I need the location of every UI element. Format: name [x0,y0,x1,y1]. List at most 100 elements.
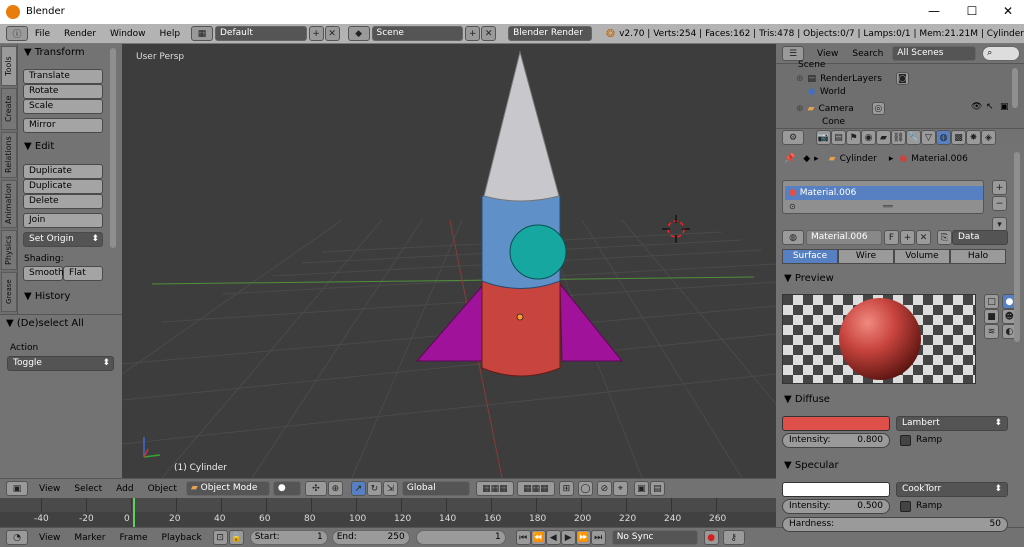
menu-file[interactable]: File [28,24,57,44]
render-layers-tab-icon[interactable]: ▤ [831,130,846,145]
pivot-point-icon[interactable]: ✣ [304,481,327,496]
diffuse-shader-select[interactable]: Lambert ⬍ [896,416,1008,431]
hardness-field[interactable]: Hardness: 50 [782,517,1008,532]
specular-ramp-checkbox[interactable] [900,501,911,512]
specular-color-swatch[interactable] [782,482,890,497]
outliner-item-cone[interactable]: Cone [822,117,845,127]
editor-type-3d-icon[interactable]: ▣ [6,481,28,496]
outliner-item-world[interactable]: ◉ World [808,87,846,97]
menu-add[interactable]: Add [109,479,140,499]
jump-end-icon[interactable]: ⏭ [590,530,606,545]
current-frame-field[interactable]: 1 [415,530,506,545]
history-panel-header[interactable]: ▼ History [18,288,118,306]
record-icon[interactable]: ● [703,530,719,545]
scene-tab-icon[interactable]: ⚑ [846,130,861,145]
menu-frame[interactable]: Frame [112,528,154,547]
jump-keyframe-forward-icon[interactable]: ⏩ [575,530,591,545]
render-engine-select[interactable]: Blender Render [508,26,592,41]
menu-render[interactable]: Render [57,24,103,44]
data-tab-icon[interactable]: ▽ [921,130,936,145]
menu-view[interactable]: View [32,479,67,499]
tab-animation[interactable]: Animation [1,180,17,228]
close-button[interactable]: ✕ [998,4,1018,18]
scale-manipulator-icon[interactable]: ⇲ [382,481,398,496]
tab-halo[interactable]: Halo [950,249,1006,264]
tab-volume[interactable]: Volume [894,249,950,264]
viewport-shading-select[interactable]: ● [272,481,301,496]
texture-tab-icon[interactable]: ▩ [951,130,966,145]
outliner-item-scene[interactable]: Scene [798,60,825,70]
start-frame-field[interactable]: Start: 1 [249,530,328,545]
select-cursor-icon[interactable]: ↖ [986,102,994,112]
render-tab-icon[interactable]: 📷 [816,130,831,145]
delete-button[interactable]: Delete [23,194,103,209]
preview-panel-header[interactable]: ▼ Preview [780,270,1012,288]
snap-toggle-icon[interactable]: ⊘ [596,481,612,496]
play-reverse-icon[interactable]: ◀ [545,530,561,545]
end-frame-field[interactable]: End: 250 [331,530,410,545]
specular-panel-header[interactable]: ▼ Specular [780,457,1012,475]
remove-slot-button[interactable]: − [992,196,1007,211]
diffuse-color-swatch[interactable] [782,416,890,431]
material-slot-item[interactable]: ● Material.006 [785,186,983,200]
menu-playback[interactable]: Playback [155,528,209,547]
scene-field[interactable]: Scene [371,26,464,41]
constraints-tab-icon[interactable]: ⛓ [891,130,906,145]
screen-layout-icon[interactable]: ▦ [191,26,213,41]
visibility-eye-icon[interactable]: 👁 [971,102,982,112]
material-link-icon[interactable]: ⎘ [937,230,952,245]
tab-grease-pencil[interactable]: Grease Pencil [1,272,27,312]
current-frame-marker[interactable] [133,498,135,527]
preview-flat-icon[interactable]: □ [984,294,999,309]
scale-button[interactable]: Scale [23,99,103,114]
transform-panel-header[interactable]: ▼ Transform [18,44,122,62]
transform-orientation-select[interactable]: Global [401,481,470,496]
preview-range-icon[interactable]: ⊡ [212,530,228,545]
add-slot-button[interactable]: + [992,180,1007,195]
rotate-manipulator-icon[interactable]: ↻ [366,481,382,496]
material-link-select[interactable]: Data [952,230,1008,245]
lock-layers-icon[interactable]: ⊞ [558,481,574,496]
preview-cube-icon[interactable]: ■ [984,309,999,324]
physics-tab-icon[interactable]: ◈ [981,130,996,145]
jump-start-icon[interactable]: ⏮ [515,530,531,545]
scene-icon[interactable]: ◆ [347,26,370,41]
unlink-material-button[interactable]: ✕ [916,230,931,245]
mirror-button[interactable]: Mirror [23,118,103,133]
minimize-button[interactable]: — [924,4,944,18]
tab-create[interactable]: Create [1,88,17,130]
object-tab-icon[interactable]: ▰ [876,130,891,145]
tab-surface[interactable]: Surface [782,249,838,264]
tab-tools[interactable]: Tools [1,46,17,86]
specular-shader-select[interactable]: CookTorr ⬍ [896,482,1008,497]
snap-element-icon[interactable]: ⌖ [612,481,628,496]
new-material-button[interactable]: + [900,230,915,245]
outliner-scrollbar[interactable] [1012,68,1018,108]
browse-material-icon[interactable]: ◍ [782,230,804,245]
duplicate-button[interactable]: Duplicate [23,164,103,179]
pin-icon[interactable]: 📌 [784,154,795,164]
properties-scrollbar[interactable] [1014,152,1020,342]
menu-object[interactable]: Object [141,479,184,499]
mode-select[interactable]: ▰ Object Mode [185,481,270,496]
outliner-item-renderlayers[interactable]: ⊕ ▤ RenderLayers ◙ [796,72,909,85]
particles-tab-icon[interactable]: ✸ [966,130,981,145]
menu-select[interactable]: Select [67,479,109,499]
outliner-search-input[interactable]: ⌕ [982,46,1021,61]
sync-mode-select[interactable]: No Sync [611,530,698,545]
proportional-edit-icon[interactable]: ◯ [577,481,593,496]
menu-marker[interactable]: Marker [67,528,112,547]
play-icon[interactable]: ▶ [560,530,576,545]
action-select[interactable]: Toggle ⬍ [7,356,114,371]
screen-layout-field[interactable]: Default [214,26,307,41]
remove-screen-icon[interactable]: ✕ [324,26,340,41]
diffuse-panel-header[interactable]: ▼ Diffuse [780,391,1012,409]
jump-keyframe-back-icon[interactable]: ⏪ [530,530,546,545]
outliner-filter-select[interactable]: All Scenes [892,46,977,61]
outliner-item-camera[interactable]: ⊕ ▰ Camera ◎ [796,102,885,115]
render-camera-icon[interactable]: ▣ [1000,102,1009,112]
menu-help[interactable]: Help [153,24,188,44]
join-button[interactable]: Join [23,213,103,228]
toolshelf-scrollbar[interactable] [110,48,116,248]
manipulator-toggle-icon[interactable]: ⊕ [327,481,343,496]
